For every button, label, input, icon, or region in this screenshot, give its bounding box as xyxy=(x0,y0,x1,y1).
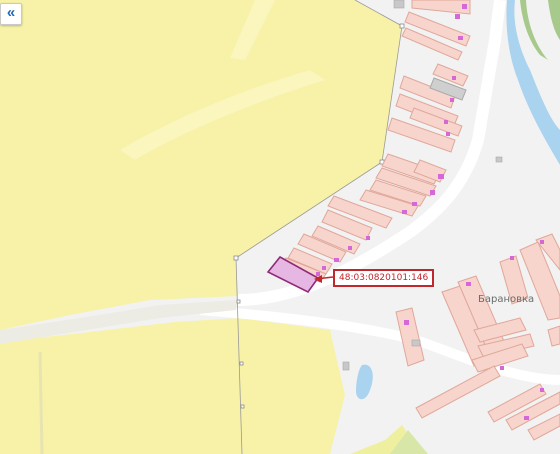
collapse-panel-button[interactable]: « xyxy=(0,3,22,25)
map-view[interactable]: « 48:03:0820101:146 Барановка xyxy=(0,0,560,454)
lower-field xyxy=(0,318,345,454)
cadastral-number-label[interactable]: 48:03:0820101:146 xyxy=(333,269,435,287)
map-canvas[interactable] xyxy=(0,0,560,454)
double-chevron-left-icon: « xyxy=(6,4,16,21)
field-path xyxy=(38,351,44,454)
settlement-label: Барановка xyxy=(478,294,535,305)
